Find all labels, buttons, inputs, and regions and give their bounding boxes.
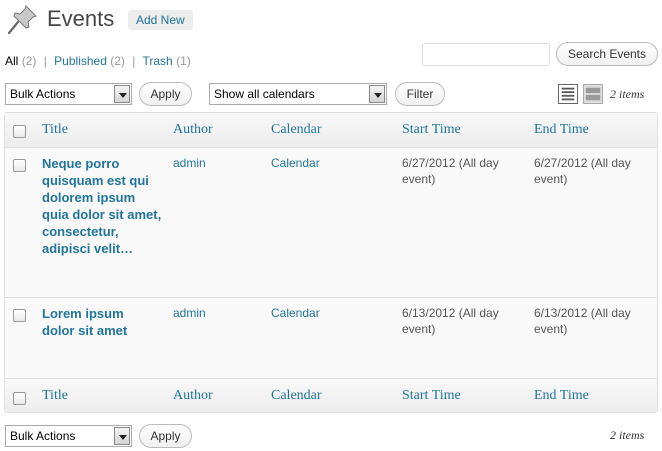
column-end-time[interactable]: End Time — [534, 122, 589, 138]
apply-button[interactable]: Apply — [139, 82, 192, 106]
filter-separator: | — [132, 54, 136, 68]
select-all-checkbox[interactable] — [13, 125, 26, 138]
filter-trash-link[interactable]: Trash — [143, 54, 173, 68]
chevron-down-icon — [114, 85, 130, 103]
column-calendar[interactable]: Calendar — [271, 122, 322, 138]
excerpt-view-icon[interactable] — [583, 84, 603, 104]
table-header: Title Author Calendar Start Time End Tim… — [5, 113, 657, 148]
items-count: 2 items — [610, 428, 645, 442]
table-row: Lorem ipsum dolor sit amet admin Calenda… — [5, 298, 657, 378]
table-footer: Title Author Calendar Start Time End Tim… — [5, 378, 657, 412]
calendar-filter-label: Show all calendars — [214, 87, 315, 101]
filter-all-link[interactable]: All — [5, 54, 18, 68]
column-end-time[interactable]: End Time — [534, 388, 589, 404]
calendar-filter-select[interactable]: Show all calendars — [209, 83, 387, 105]
filter-all-count: (2) — [21, 54, 37, 68]
page-title: Events — [47, 6, 115, 31]
table-row: Neque porro quisquam est qui dolorem ips… — [5, 148, 657, 298]
status-filters: All (2) | Published (2) | Trash (1) — [5, 54, 191, 68]
filter-trash-count: (1) — [176, 54, 191, 68]
bulk-actions-label: Bulk Actions — [10, 429, 76, 443]
pushpin-icon — [7, 5, 37, 35]
search-input[interactable] — [422, 43, 550, 66]
event-title-link[interactable]: Neque porro quisquam est qui dolorem ips… — [42, 155, 164, 257]
select-all-checkbox[interactable] — [13, 392, 26, 405]
chevron-down-icon — [114, 427, 130, 445]
bulk-actions-select[interactable]: Bulk Actions — [5, 83, 132, 105]
bulk-actions-label: Bulk Actions — [10, 87, 76, 101]
filter-separator: | — [43, 54, 47, 68]
row-checkbox[interactable] — [13, 159, 26, 172]
column-author[interactable]: Author — [173, 388, 213, 404]
add-new-button[interactable]: Add New — [128, 10, 193, 30]
event-start-time: 6/27/2012 (All day event) — [402, 156, 499, 186]
event-calendar-link[interactable]: Calendar — [271, 305, 320, 321]
filter-button[interactable]: Filter — [395, 82, 445, 106]
row-checkbox[interactable] — [13, 309, 26, 322]
column-author[interactable]: Author — [173, 122, 213, 138]
event-end-time: 6/13/2012 (All day event) — [534, 306, 631, 336]
column-start-time[interactable]: Start Time — [402, 122, 461, 138]
filter-published-link[interactable]: Published — [54, 54, 107, 68]
column-title[interactable]: Title — [42, 122, 68, 138]
bulk-actions-select[interactable]: Bulk Actions — [5, 425, 132, 447]
event-end-time: 6/27/2012 (All day event) — [534, 156, 631, 186]
event-author-link[interactable]: admin — [173, 155, 206, 171]
events-table: Title Author Calendar Start Time End Tim… — [4, 112, 658, 413]
event-author-link[interactable]: admin — [173, 305, 206, 321]
chevron-down-icon — [369, 85, 385, 103]
apply-button[interactable]: Apply — [139, 424, 192, 448]
items-count: 2 items — [610, 87, 645, 101]
column-calendar[interactable]: Calendar — [271, 388, 322, 404]
event-title-link[interactable]: Lorem ipsum dolor sit amet — [42, 305, 142, 339]
list-view-icon[interactable] — [558, 84, 578, 104]
filter-published-count: (2) — [110, 54, 125, 68]
event-start-time: 6/13/2012 (All day event) — [402, 306, 499, 336]
search-events-button[interactable]: Search Events — [556, 42, 658, 66]
column-start-time[interactable]: Start Time — [402, 388, 461, 404]
column-title[interactable]: Title — [42, 388, 68, 404]
event-calendar-link[interactable]: Calendar — [271, 155, 320, 171]
